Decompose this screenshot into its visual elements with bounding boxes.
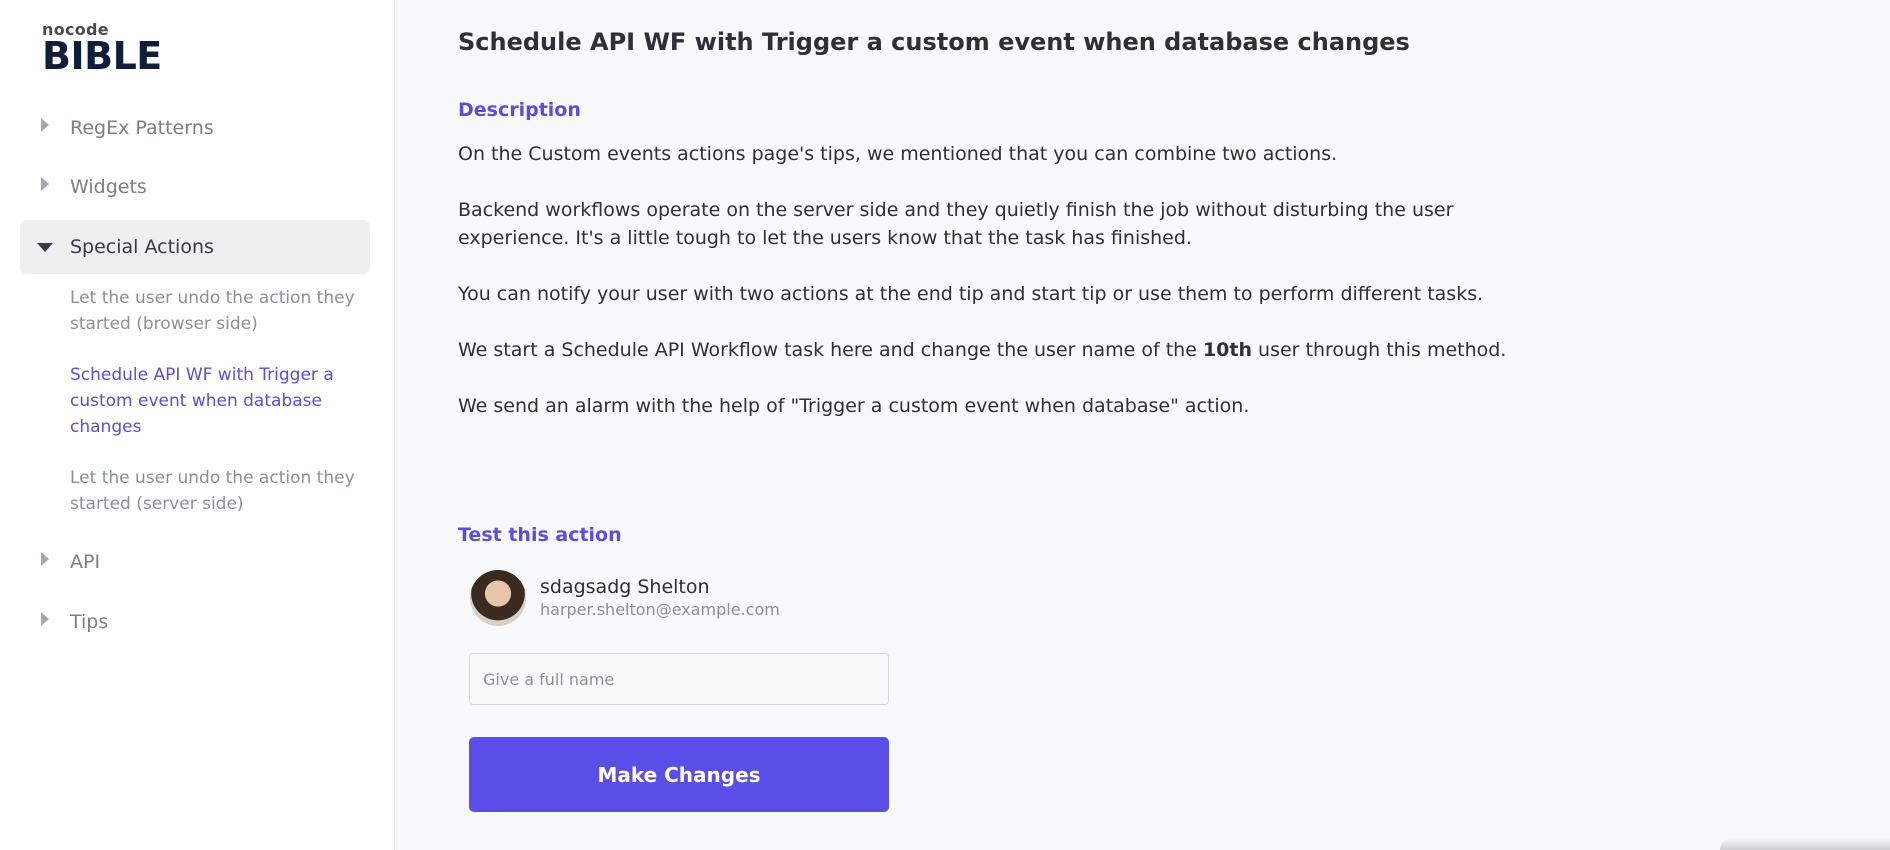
sidebar-subitem-undo-server[interactable]: Let the user undo the action they starte… <box>70 465 370 517</box>
avatar <box>470 570 526 626</box>
caret-down-icon <box>37 242 53 252</box>
sidebar-item-api[interactable]: API <box>20 535 370 589</box>
paragraph: Backend workflows operate on the server … <box>458 199 1454 249</box>
description-heading: Description <box>458 99 581 121</box>
user-name: sdagsadg Shelton <box>540 576 710 598</box>
user-card: sdagsadg Shelton harper.shelton@example.… <box>470 570 780 626</box>
caret-right-icon <box>41 118 49 132</box>
sidebar-item-widgets[interactable]: Widgets <box>20 160 370 214</box>
paragraph-text: user through this method. <box>1252 339 1507 361</box>
sidebar: nocode BIBLE RegEx Patterns Widgets Spec… <box>0 0 395 850</box>
paragraph: On the Custom events actions page's tips… <box>458 143 1338 165</box>
sidebar-subitem-undo-browser[interactable]: Let the user undo the action they starte… <box>70 285 370 337</box>
paragraph-text: We start a Schedule API Workflow task he… <box>458 339 1203 361</box>
sidebar-item-label: RegEx Patterns <box>70 117 214 139</box>
sidebar-subitem-schedule-api-wf[interactable]: Schedule API WF with Trigger a custom ev… <box>70 362 370 440</box>
paragraph: We start a Schedule API Workflow task he… <box>458 336 1508 364</box>
page-title: Schedule API WF with Trigger a custom ev… <box>458 28 1410 56</box>
sidebar-item-label: Tips <box>70 611 109 633</box>
caret-right-icon <box>41 177 49 191</box>
sidebar-item-special-actions[interactable]: Special Actions <box>20 220 370 274</box>
logo[interactable]: nocode BIBLE <box>42 22 162 78</box>
caret-right-icon <box>41 612 49 626</box>
sidebar-item-label: Special Actions <box>70 236 214 258</box>
user-email: harper.shelton@example.com <box>540 600 780 619</box>
sidebar-item-regex-patterns[interactable]: RegEx Patterns <box>20 101 370 155</box>
caret-right-icon <box>41 552 49 566</box>
logo-big-text: BIBLE <box>42 34 162 78</box>
full-name-input[interactable] <box>469 653 889 705</box>
make-changes-button[interactable]: Make Changes <box>469 737 889 812</box>
sidebar-item-tips[interactable]: Tips <box>20 595 370 649</box>
corner-shadow <box>1720 838 1890 850</box>
sidebar-item-label: API <box>70 551 101 573</box>
paragraph: You can notify your user with two action… <box>458 283 1484 305</box>
paragraph: We send an alarm with the help of "Trigg… <box>458 395 1250 417</box>
paragraph-bold: 10th <box>1202 339 1253 361</box>
test-action-heading: Test this action <box>458 524 622 546</box>
sidebar-item-label: Widgets <box>70 176 147 198</box>
